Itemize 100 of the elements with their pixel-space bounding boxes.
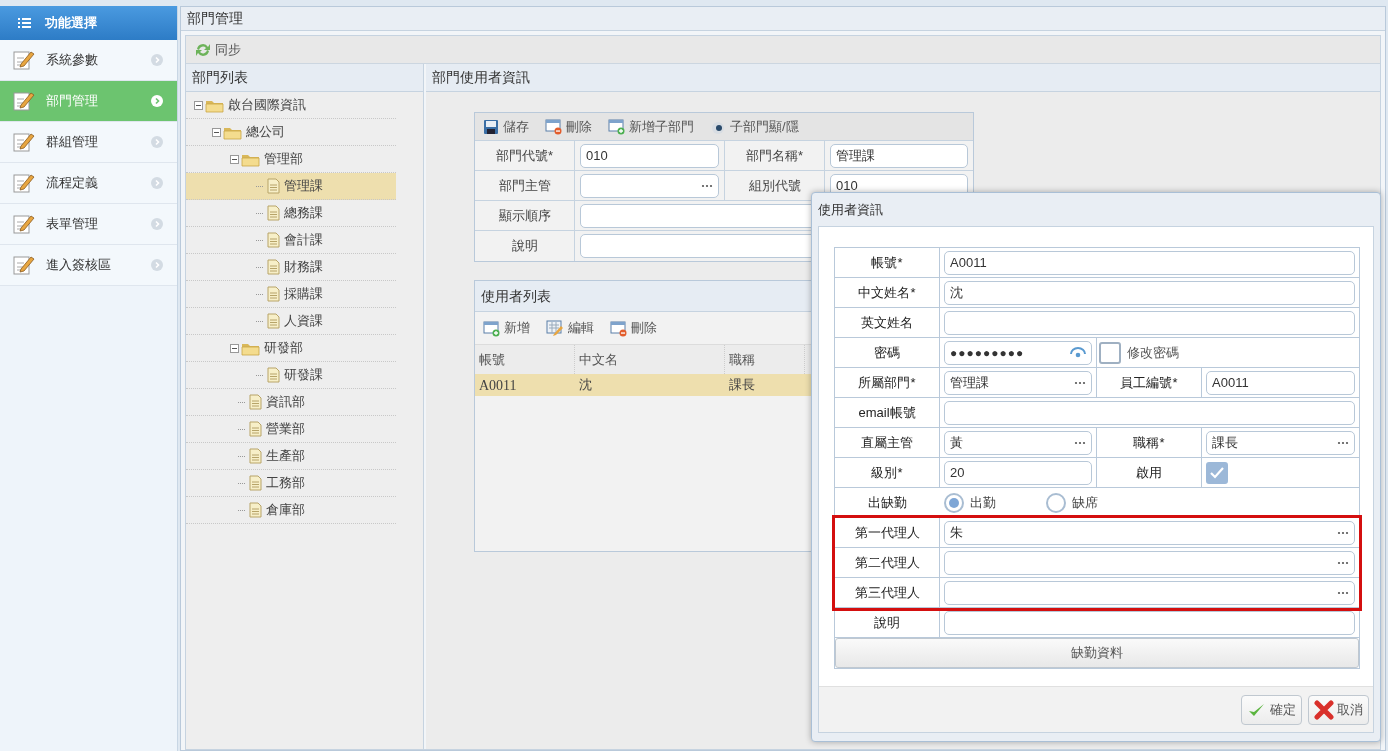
add-button[interactable]: 新增子部門 bbox=[608, 116, 694, 137]
checkbox[interactable] bbox=[1099, 341, 1121, 364]
save-icon bbox=[483, 118, 499, 135]
tree-item[interactable]: 總務課 bbox=[186, 200, 396, 227]
confirm-button[interactable]: 確定 bbox=[1241, 694, 1302, 725]
checkbox-label: 修改密碼 bbox=[1127, 343, 1179, 362]
picker-field[interactable] bbox=[944, 550, 1355, 575]
input-field[interactable] bbox=[944, 400, 1355, 425]
tree-item[interactable]: 生產部 bbox=[186, 443, 396, 470]
document-icon bbox=[248, 475, 262, 491]
delete-button[interactable]: 刪除 bbox=[545, 116, 592, 137]
document-icon bbox=[266, 313, 280, 329]
sidebar-item[interactable]: 表單管理 bbox=[0, 204, 177, 245]
field-label: 顯示順序 bbox=[475, 201, 575, 230]
tree-item[interactable]: 管理課 bbox=[186, 173, 396, 200]
picker-field[interactable]: 課長 bbox=[1206, 430, 1355, 455]
pencil-note-icon bbox=[12, 213, 36, 235]
input-field[interactable]: 管理課 bbox=[830, 143, 968, 168]
document-icon bbox=[248, 394, 262, 410]
document-icon bbox=[266, 367, 280, 383]
tree-item[interactable]: 營業部 bbox=[186, 416, 396, 443]
pencil-note-icon bbox=[12, 254, 36, 276]
field-label: 所屬部門* bbox=[835, 368, 940, 397]
input-field[interactable]: A0011 bbox=[944, 250, 1355, 275]
list-icon bbox=[18, 17, 31, 29]
tree-item[interactable]: 會計課 bbox=[186, 227, 396, 254]
sidebar-item[interactable]: 群組管理 bbox=[0, 122, 177, 163]
absence-button[interactable]: 缺勤資料 bbox=[835, 638, 1359, 668]
tree-item[interactable]: 資訊部 bbox=[186, 389, 396, 416]
field-label: 出缺勤 bbox=[867, 494, 908, 513]
tree-connector-icon bbox=[256, 320, 264, 322]
input-field[interactable] bbox=[944, 310, 1355, 335]
tree-connector-icon bbox=[238, 482, 246, 484]
field-label: 部門代號* bbox=[475, 141, 575, 170]
table-edit-icon bbox=[546, 319, 564, 337]
more-icon bbox=[1337, 439, 1349, 446]
tree-item[interactable]: 工務部 bbox=[186, 470, 396, 497]
picker-field[interactable]: 管理課 bbox=[944, 370, 1092, 395]
field-label: 直屬主管 bbox=[835, 428, 940, 457]
field-label: 部門名稱* bbox=[725, 141, 825, 170]
field-label: 帳號* bbox=[835, 248, 940, 277]
picker-field[interactable]: 朱 bbox=[944, 520, 1355, 545]
document-icon bbox=[266, 205, 280, 221]
field-label: 職稱* bbox=[1097, 428, 1202, 457]
pencil-note-icon bbox=[12, 49, 36, 71]
tree-item[interactable]: 研發課 bbox=[186, 362, 396, 389]
sidebar-item[interactable]: 流程定義 bbox=[0, 163, 177, 204]
radio-option[interactable]: 出勤 bbox=[944, 493, 996, 513]
picker-field[interactable] bbox=[580, 173, 719, 198]
tree-connector-icon bbox=[256, 374, 264, 376]
toggle-button[interactable]: 子部門顯/隱 bbox=[710, 116, 799, 137]
tree-item[interactable]: 啟台國際資訊 bbox=[186, 92, 396, 119]
field-label: 員工編號* bbox=[1097, 368, 1202, 397]
add-button[interactable]: 新增 bbox=[483, 318, 530, 338]
input-field[interactable] bbox=[944, 610, 1355, 635]
tree-item[interactable]: 財務課 bbox=[186, 254, 396, 281]
save-button[interactable]: 儲存 bbox=[483, 116, 529, 137]
table-cell-text: 沈 bbox=[578, 376, 593, 395]
edit-button[interactable]: 編輯 bbox=[546, 318, 594, 338]
tree-item[interactable]: 倉庫部 bbox=[186, 497, 396, 524]
collapse-icon bbox=[194, 100, 203, 110]
delete-button[interactable]: 刪除 bbox=[610, 318, 657, 338]
tree-item[interactable]: 研發部 bbox=[186, 335, 396, 362]
sidebar-item[interactable]: 進入簽核區 bbox=[0, 245, 177, 286]
field-label: 第二代理人 bbox=[835, 548, 940, 577]
window-plus-icon bbox=[608, 118, 625, 135]
picker-field[interactable]: 黃 bbox=[944, 430, 1092, 455]
chevron-icon bbox=[151, 95, 163, 107]
field-label: 部門主管 bbox=[475, 171, 575, 200]
document-icon bbox=[248, 502, 262, 518]
page-title: 部門管理 bbox=[181, 7, 1385, 31]
panel-title: 部門使用者資訊 bbox=[426, 64, 1380, 92]
picker-field[interactable] bbox=[944, 580, 1355, 605]
input-field[interactable]: 20 bbox=[944, 460, 1092, 485]
input-field[interactable]: A0011 bbox=[1206, 370, 1355, 395]
more-icon bbox=[701, 182, 713, 189]
input-field[interactable]: 010 bbox=[580, 143, 719, 168]
chevron-icon bbox=[151, 177, 163, 189]
radio-option[interactable]: 缺席 bbox=[1046, 493, 1098, 513]
input-field[interactable]: 沈 bbox=[944, 280, 1355, 305]
tree-item[interactable]: 採購課 bbox=[186, 281, 396, 308]
sync-button[interactable]: 同步 bbox=[194, 39, 241, 60]
field-label: 啟用 bbox=[1097, 458, 1202, 487]
document-icon bbox=[248, 421, 262, 437]
more-icon bbox=[1337, 589, 1349, 596]
password-field[interactable]: ●●●●●●●●● bbox=[944, 340, 1092, 365]
cancel-button[interactable]: 取消 bbox=[1308, 694, 1369, 725]
checkbox[interactable] bbox=[1206, 461, 1228, 484]
tree-item[interactable]: 總公司 bbox=[186, 119, 396, 146]
tree-item[interactable]: 人資課 bbox=[186, 308, 396, 335]
more-icon bbox=[1074, 379, 1086, 386]
window-plus-icon bbox=[483, 319, 500, 337]
eye-icon bbox=[1070, 347, 1086, 358]
chevron-icon bbox=[151, 54, 163, 66]
panel-title: 部門列表 bbox=[186, 64, 423, 92]
sidebar-item[interactable]: 系統參數 bbox=[0, 40, 177, 81]
sidebar-title: 功能選擇 bbox=[45, 14, 97, 33]
tree-connector-icon bbox=[238, 428, 246, 430]
document-icon bbox=[266, 178, 280, 194]
more-icon bbox=[1074, 439, 1086, 446]
